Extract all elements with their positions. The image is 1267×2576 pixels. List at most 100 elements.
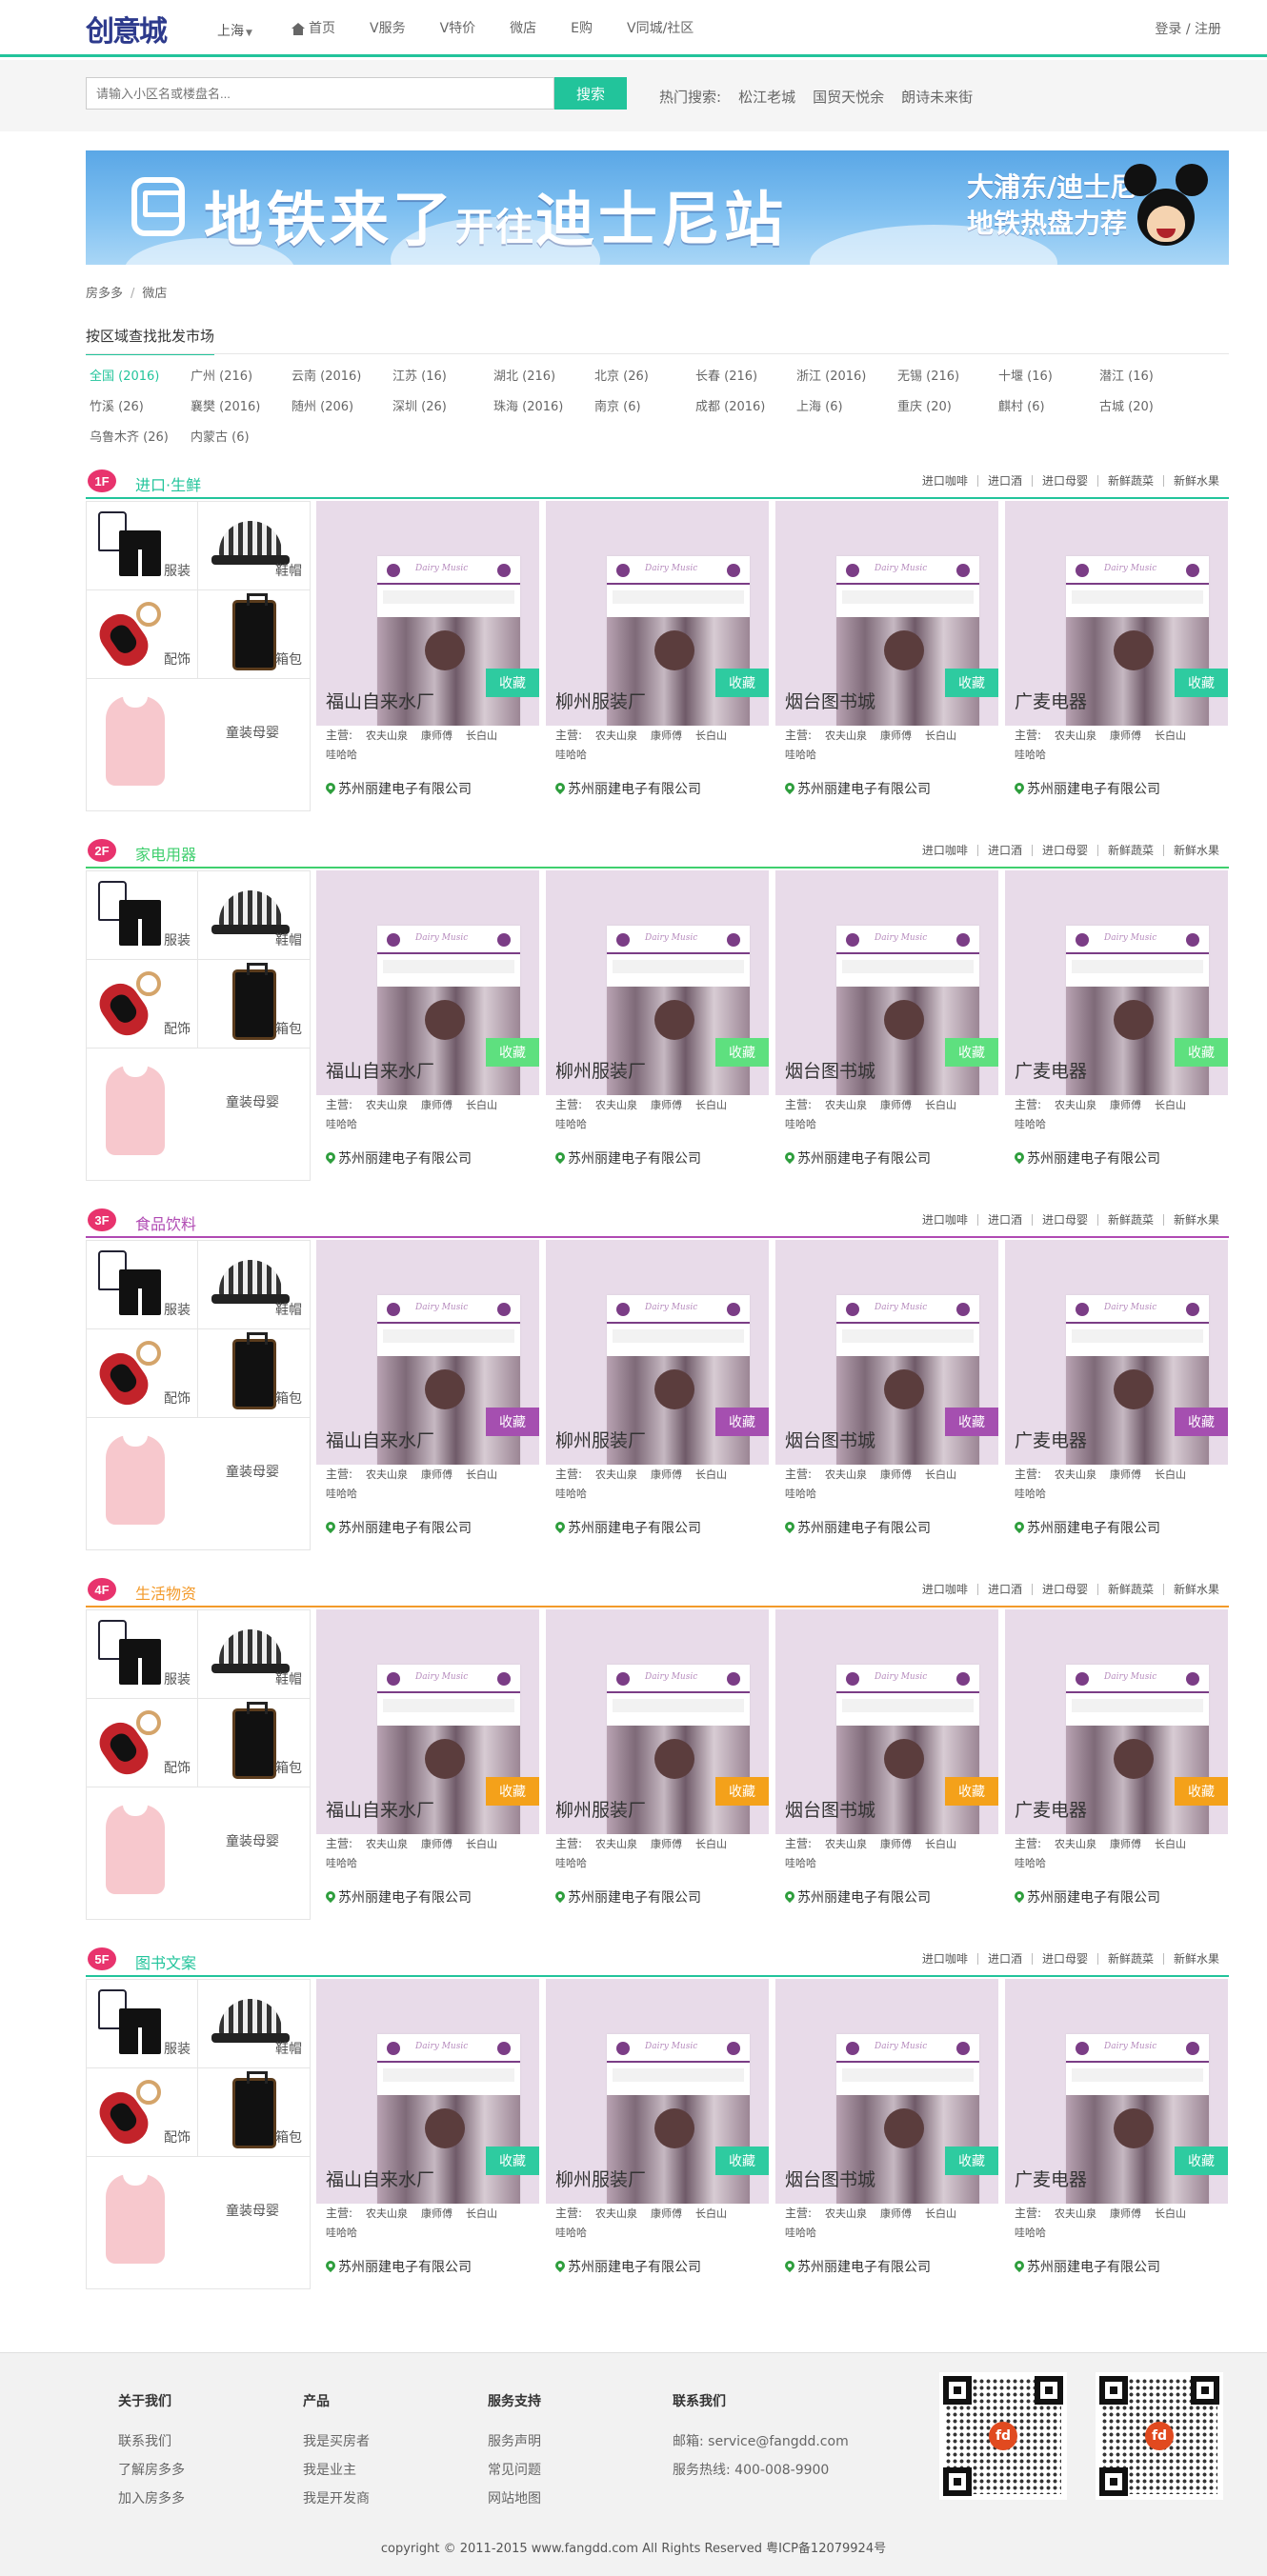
footer-link[interactable]: 网站地图 — [488, 2485, 541, 2513]
area-item[interactable]: 江苏 (16) — [392, 367, 493, 388]
category-item[interactable]: 配饰 — [87, 1329, 198, 1417]
footer-link[interactable]: 加入房多多 — [118, 2485, 185, 2513]
area-item[interactable]: 乌鲁木齐 (26) — [90, 428, 191, 449]
store-title[interactable]: 广麦电器 — [1015, 2166, 1087, 2191]
promo-banner[interactable]: 地铁来了开往迪士尼站 大浦东/迪士尼 地铁热盘力荐 — [86, 150, 1229, 265]
floor-title[interactable]: 生活物资 — [135, 1581, 196, 1604]
category-item[interactable]: 箱包 — [198, 1699, 310, 1787]
category-item[interactable]: 配饰 — [87, 590, 198, 678]
store-card[interactable]: Dairy Music 收藏 福山自来水厂 主营: 农夫山泉 康师傅 长白山 哇哈哈 苏州丽建电… — [316, 1609, 539, 1929]
category-item[interactable]: 服装 — [87, 502, 198, 589]
category-item[interactable]: 服装 — [87, 1241, 198, 1328]
store-title[interactable]: 广麦电器 — [1015, 1796, 1087, 1822]
floor-link[interactable]: 进口母婴 — [1031, 1953, 1097, 1965]
breadcrumb-item[interactable]: 房多多 — [86, 287, 123, 301]
store-title[interactable]: 广麦电器 — [1015, 1057, 1087, 1083]
store-card[interactable]: Dairy Music 收藏 福山自来水厂 主营: 农夫山泉 康师傅 长白山 哇哈哈 苏州丽建电… — [316, 1240, 539, 1560]
favorite-button[interactable]: 收藏 — [715, 669, 769, 697]
area-item[interactable]: 浙江 (2016) — [796, 367, 897, 388]
hot-search-item[interactable]: 松江老城 — [738, 87, 795, 107]
area-item[interactable]: 襄樊 (2016) — [191, 397, 292, 418]
favorite-button[interactable]: 收藏 — [486, 2147, 539, 2175]
area-item[interactable]: 全国 (2016) — [90, 367, 191, 388]
store-card[interactable]: Dairy Music 收藏 柳州服装厂 主营: 农夫山泉 康师傅 长白山 哇哈哈 苏州丽建电子… — [546, 1240, 769, 1560]
floor-link[interactable]: 进口母婴 — [1031, 845, 1097, 856]
store-card[interactable]: Dairy Music 收藏 柳州服装厂 主营: 农夫山泉 康师傅 长白山 哇哈哈 苏州丽建电子… — [546, 1979, 769, 2299]
floor-title[interactable]: 食品饮料 — [135, 1211, 196, 1234]
nav-micro-store[interactable]: 微店 — [493, 17, 553, 40]
floor-title[interactable]: 进口·生鲜 — [135, 472, 201, 495]
area-item[interactable]: 珠海 (2016) — [493, 397, 594, 418]
floor-link[interactable]: 进口母婴 — [1031, 1584, 1097, 1595]
footer-link[interactable]: 联系我们 — [118, 2427, 185, 2456]
favorite-button[interactable]: 收藏 — [715, 2147, 769, 2175]
store-title[interactable]: 福山自来水厂 — [326, 2166, 434, 2191]
floor-link[interactable]: 进口酒 — [976, 1953, 1032, 1965]
category-item[interactable]: 鞋帽 — [198, 871, 310, 959]
store-card[interactable]: Dairy Music 收藏 广麦电器 主营: 农夫山泉 康师傅 长白山 哇哈哈 苏州丽建电子有… — [1005, 1609, 1228, 1929]
search-input[interactable] — [86, 77, 554, 110]
site-logo[interactable]: 创意城 — [86, 10, 168, 49]
footer-link[interactable]: 常见问题 — [488, 2456, 541, 2485]
store-title[interactable]: 柳州服装厂 — [555, 1057, 646, 1083]
store-title[interactable]: 福山自来水厂 — [326, 688, 434, 713]
favorite-button[interactable]: 收藏 — [1175, 2147, 1228, 2175]
area-item[interactable]: 长春 (216) — [695, 367, 796, 388]
area-item[interactable]: 北京 (26) — [594, 367, 695, 388]
store-card[interactable]: Dairy Music 收藏 福山自来水厂 主营: 农夫山泉 康师傅 长白山 哇哈哈 苏州丽建电… — [316, 501, 539, 821]
category-item[interactable]: 配饰 — [87, 2068, 198, 2156]
store-card[interactable]: Dairy Music 收藏 烟台图书城 主营: 农夫山泉 康师傅 长白山 哇哈哈 苏州丽建电子… — [775, 1609, 998, 1929]
floor-link[interactable]: 新鲜水果 — [1162, 845, 1229, 856]
area-item[interactable]: 云南 (2016) — [292, 367, 392, 388]
store-title[interactable]: 烟台图书城 — [785, 1057, 875, 1083]
favorite-button[interactable]: 收藏 — [945, 1038, 998, 1067]
store-title[interactable]: 柳州服装厂 — [555, 2166, 646, 2191]
area-item[interactable]: 潜江 (16) — [1099, 367, 1200, 388]
area-item[interactable]: 上海 (6) — [796, 397, 897, 418]
floor-title[interactable]: 家电用器 — [135, 842, 196, 865]
store-card[interactable]: Dairy Music 收藏 柳州服装厂 主营: 农夫山泉 康师傅 长白山 哇哈哈 苏州丽建电子… — [546, 870, 769, 1190]
category-item[interactable]: 鞋帽 — [198, 1980, 310, 2067]
floor-link[interactable]: 进口酒 — [976, 1214, 1032, 1226]
store-card[interactable]: Dairy Music 收藏 烟台图书城 主营: 农夫山泉 康师傅 长白山 哇哈哈 苏州丽建电子… — [775, 1979, 998, 2299]
store-card[interactable]: Dairy Music 收藏 广麦电器 主营: 农夫山泉 康师傅 长白山 哇哈哈 苏州丽建电子有… — [1005, 1240, 1228, 1560]
favorite-button[interactable]: 收藏 — [715, 1038, 769, 1067]
favorite-button[interactable]: 收藏 — [486, 669, 539, 697]
category-item[interactable]: 箱包 — [198, 2068, 310, 2156]
floor-link[interactable]: 进口咖啡 — [913, 1584, 977, 1595]
store-title[interactable]: 柳州服装厂 — [555, 1796, 646, 1822]
login-register-link[interactable]: 登录 / 注册 — [1155, 19, 1221, 38]
floor-link[interactable]: 进口母婴 — [1031, 475, 1097, 487]
store-card[interactable]: Dairy Music 收藏 广麦电器 主营: 农夫山泉 康师傅 长白山 哇哈哈 苏州丽建电子有… — [1005, 501, 1228, 821]
category-item[interactable]: 童装母婴 — [87, 1418, 310, 1549]
floor-link[interactable]: 进口母婴 — [1031, 1214, 1097, 1226]
floor-link[interactable]: 新鲜蔬菜 — [1096, 1584, 1163, 1595]
floor-link[interactable]: 进口酒 — [976, 1584, 1032, 1595]
favorite-button[interactable]: 收藏 — [945, 1777, 998, 1806]
store-card[interactable]: Dairy Music 收藏 广麦电器 主营: 农夫山泉 康师傅 长白山 哇哈哈 苏州丽建电子有… — [1005, 870, 1228, 1190]
store-title[interactable]: 福山自来水厂 — [326, 1057, 434, 1083]
category-item[interactable]: 配饰 — [87, 1699, 198, 1787]
category-item[interactable]: 鞋帽 — [198, 1610, 310, 1698]
area-item[interactable]: 广州 (216) — [191, 367, 292, 388]
hot-search-item[interactable]: 国贸天悦余 — [813, 87, 884, 107]
nav-e-shop[interactable]: E购 — [553, 17, 610, 40]
favorite-button[interactable]: 收藏 — [945, 1408, 998, 1436]
search-button[interactable]: 搜索 — [554, 77, 627, 110]
store-title[interactable]: 福山自来水厂 — [326, 1427, 434, 1452]
store-title[interactable]: 柳州服装厂 — [555, 1427, 646, 1452]
category-item[interactable]: 服装 — [87, 1980, 198, 2067]
store-card[interactable]: Dairy Music 收藏 柳州服装厂 主营: 农夫山泉 康师傅 长白山 哇哈哈 苏州丽建电子… — [546, 1609, 769, 1929]
favorite-button[interactable]: 收藏 — [715, 1777, 769, 1806]
nav-home[interactable]: 首页 — [288, 17, 352, 40]
footer-link[interactable]: 服务声明 — [488, 2427, 541, 2456]
category-item[interactable]: 鞋帽 — [198, 502, 310, 589]
store-title[interactable]: 烟台图书城 — [785, 1427, 875, 1452]
area-item[interactable]: 无锡 (216) — [897, 367, 998, 388]
area-item[interactable]: 湖北 (216) — [493, 367, 594, 388]
floor-link[interactable]: 进口咖啡 — [913, 1953, 977, 1965]
favorite-button[interactable]: 收藏 — [1175, 669, 1228, 697]
favorite-button[interactable]: 收藏 — [1175, 1038, 1228, 1067]
footer-link[interactable]: 我是买房者 — [303, 2427, 370, 2456]
area-item[interactable]: 成都 (2016) — [695, 397, 796, 418]
